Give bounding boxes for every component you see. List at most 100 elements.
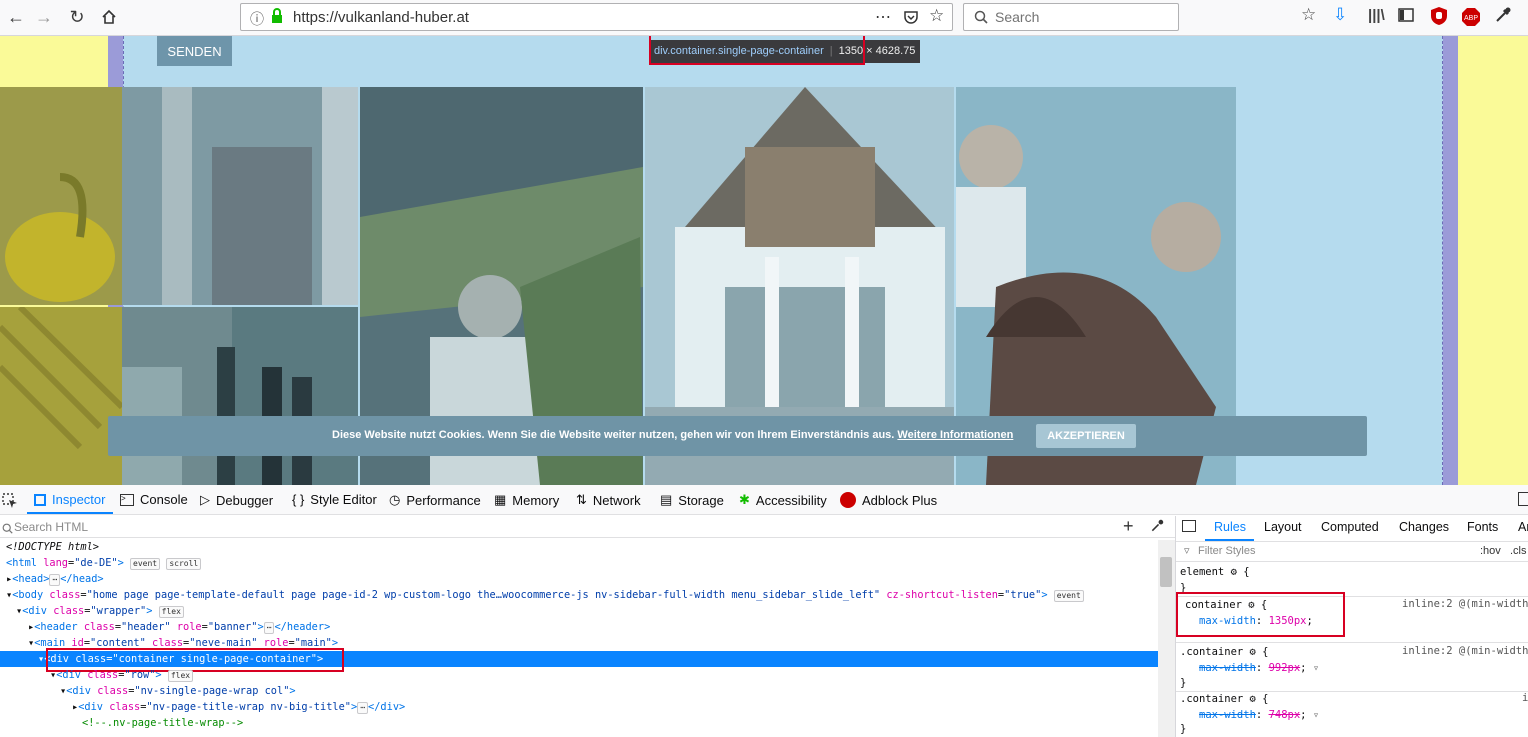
row-end: > [155, 669, 162, 681]
rule2-source[interactable]: inline:2 @(min-width: [1402, 645, 1528, 657]
pick-element-icon[interactable] [2, 493, 18, 514]
search-bar[interactable]: Search [963, 3, 1179, 31]
forward-icon[interactable]: → [31, 5, 57, 29]
rule3-declaration[interactable]: max-width: 748px; ▿ [1199, 707, 1319, 723]
tab-inspector[interactable]: Inspector [34, 492, 105, 507]
wrapper-attr: class [53, 605, 85, 617]
home-icon[interactable] [96, 5, 122, 29]
markup-doctype[interactable]: <!DOCTYPE html> [6, 539, 99, 555]
network-icon: ⇅ [576, 492, 587, 507]
ublock-icon[interactable] [1430, 6, 1448, 30]
markup-wrapper[interactable]: ▾<div class="wrapper"> flex [16, 603, 184, 619]
tab-rules[interactable]: Rules [1214, 520, 1246, 534]
rule2-close: } [1180, 677, 1187, 689]
sidebar-icon[interactable] [1398, 7, 1414, 27]
filter-styles-input[interactable]: Filter Styles [1198, 545, 1255, 557]
rule1-source[interactable]: inline:2 @(min-width: [1402, 598, 1528, 610]
markup-header[interactable]: ▸<header class="header" role="banner"> ⋯ <… [28, 619, 330, 635]
eyedropper-icon[interactable] [1494, 6, 1512, 28]
tab-performance-label: Performance [406, 492, 481, 508]
library-icon[interactable]: |||\ [1368, 7, 1385, 24]
row-attr: class [87, 669, 119, 681]
title-wrap-attr: class [109, 701, 141, 713]
dock-icon[interactable] [1518, 492, 1528, 506]
guide-line-right [1442, 36, 1443, 485]
markup-comment[interactable]: <!--.nv-page-title-wrap--> [82, 715, 243, 731]
tab-console[interactable]: > Console [120, 492, 188, 507]
tab-animations[interactable]: An [1518, 520, 1528, 534]
event-badge[interactable]: event [130, 558, 161, 570]
header-ellipsis-badge[interactable]: ⋯ [263, 622, 275, 634]
hov-toggle[interactable]: :hov [1480, 545, 1501, 557]
tab-performance[interactable]: ◷ Performance [389, 492, 481, 508]
tab-changes[interactable]: Changes [1399, 520, 1449, 534]
body-event-badge[interactable]: event [1053, 590, 1084, 602]
scroll-badge[interactable]: scroll [166, 558, 202, 570]
tab-fonts[interactable]: Fonts [1467, 520, 1498, 534]
tab-console-label: Console [140, 492, 188, 507]
title-wrap-val: "nv-page-title-wrap nv-big-title" [146, 701, 351, 713]
cookie-message: Diese Website nutzt Cookies. Wenn Sie di… [332, 429, 1013, 441]
rule2-declaration[interactable]: max-width: 992px; ▿ [1199, 660, 1319, 676]
tab-layout[interactable]: Layout [1264, 520, 1302, 534]
wrap-end: > [289, 685, 296, 697]
url-bar[interactable]: ⓘ https://vulkanland-huber.at ⋯ ☆ [240, 3, 953, 31]
toggle-layout-icon[interactable] [1182, 520, 1196, 532]
filter-icon: ▿ [1184, 545, 1190, 557]
search-icon [974, 10, 988, 29]
rule2-value: 992px [1268, 662, 1301, 674]
markup-scrollbar-thumb[interactable] [1160, 557, 1172, 587]
page-actions-icon[interactable]: ⋯ [875, 7, 891, 27]
search-html-bar[interactable]: Search HTML + [0, 516, 1175, 538]
reload-icon[interactable]: ↻ [64, 5, 90, 29]
rule3-source[interactable]: i [1522, 692, 1528, 704]
tab-style-editor[interactable]: { } Style Editor [292, 492, 377, 507]
ellipsis-badge[interactable]: ⋯ [49, 574, 61, 586]
senden-button[interactable]: SENDEN [157, 36, 232, 66]
overridden-filter-icon[interactable]: ▿ [1313, 662, 1319, 674]
title-wrap-tag: <div [78, 701, 104, 713]
cookie-banner: Diese Website nutzt Cookies. Wenn Sie di… [108, 416, 1367, 456]
rule-element[interactable]: element ⚙ { [1180, 564, 1250, 580]
head-open: <head> [12, 573, 50, 585]
title-wrap-ellipsis-badge[interactable]: ⋯ [357, 702, 369, 714]
markup-head[interactable]: ▸<head> ⋯ </head> [6, 571, 104, 587]
cookie-info-link[interactable]: Weitere Informationen [897, 429, 1013, 441]
markup-single-page-wrap[interactable]: ▾<div class="nv-single-page-wrap col"> [60, 683, 296, 699]
download-icon[interactable]: ⇩ [1333, 5, 1347, 25]
bookmark-star-icon[interactable]: ☆ [929, 6, 944, 26]
rule-container-748[interactable]: .container ⚙ { [1180, 691, 1269, 707]
tab-storage[interactable]: ▤ Storage [660, 492, 724, 508]
add-node-icon[interactable]: + [1123, 516, 1134, 537]
cls-toggle[interactable]: .cls [1510, 545, 1527, 557]
tab-memory[interactable]: ▦ Memory [494, 492, 559, 508]
wrap-attr: class [97, 685, 129, 697]
pocket-icon[interactable] [903, 9, 919, 30]
rule-container-992[interactable]: .container ⚙ { [1180, 644, 1269, 660]
color-picker-icon[interactable] [1150, 519, 1164, 538]
reader-star-icon[interactable]: ☆ [1301, 5, 1316, 25]
adblock-plus-icon[interactable]: ABP [1461, 7, 1481, 31]
accept-cookies-button[interactable]: AKZEPTIEREN [1036, 424, 1136, 448]
tab-style-editor-label: Style Editor [310, 492, 377, 507]
markup-row[interactable]: ▾<div class="row"> flex [50, 667, 194, 683]
markup-body[interactable]: ▾<body class="home page page-template-de… [6, 587, 1084, 603]
body-val2: "true" [1004, 589, 1042, 601]
overridden-filter-icon-2[interactable]: ▿ [1313, 709, 1319, 721]
tab-accessibility[interactable]: ✱ Accessibility [739, 492, 827, 508]
tab-debugger[interactable]: ▷ Debugger [200, 492, 273, 508]
tab-network[interactable]: ⇅ Network [576, 492, 641, 508]
row-flex-badge[interactable]: flex [167, 670, 194, 682]
rule2-selector: .container [1180, 646, 1244, 658]
annotation-box-rule [1176, 592, 1345, 637]
markup-page-title-wrap[interactable]: ▸<div class="nv-page-title-wrap nv-big-t… [72, 699, 405, 715]
body-end: > [1041, 589, 1048, 601]
markup-html[interactable]: <html lang="de-DE"> event scroll [6, 555, 202, 571]
tab-network-label: Network [592, 492, 641, 508]
back-icon[interactable]: ← [3, 5, 29, 29]
info-icon[interactable]: ⓘ [250, 9, 264, 29]
flex-badge[interactable]: flex [158, 606, 184, 618]
body-tag: <body [12, 589, 44, 601]
tab-adblock-plus[interactable]: Adblock Plus [840, 492, 937, 508]
tab-computed[interactable]: Computed [1321, 520, 1379, 534]
